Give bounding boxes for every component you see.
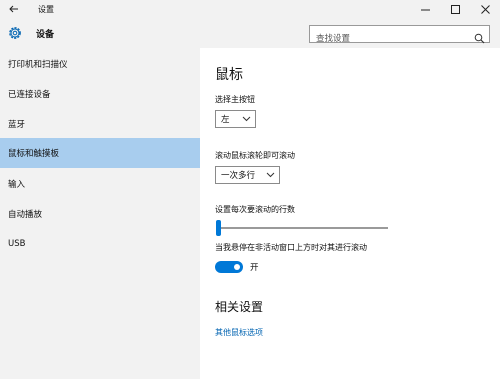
section-title: 鼠标 xyxy=(215,67,243,83)
toggle-state-label: 开 xyxy=(250,263,259,273)
inactive-scroll-toggle[interactable] xyxy=(215,261,243,273)
primary-button-dropdown[interactable]: 左 xyxy=(215,110,256,128)
sidebar-item-label: 打印机和扫描仪 xyxy=(8,60,68,70)
main-panel: 鼠标 选择主按钮 左 滚动鼠标滚轮即可滚动 一次多行 设置每次要滚动的行数 当我… xyxy=(200,48,500,379)
additional-mouse-options-link[interactable]: 其他鼠标选项 xyxy=(215,327,263,338)
wheel-scroll-label: 滚动鼠标滚轮即可滚动 xyxy=(215,151,295,160)
chevron-down-icon xyxy=(266,170,275,179)
title-bar: 设置 xyxy=(0,0,500,18)
sidebar-item-typing[interactable]: 输入 xyxy=(0,169,200,199)
sidebar-nav: 打印机和扫描仪 已连接设备 蓝牙 鼠标和触摸板 输入 自动播放 USB xyxy=(0,48,200,379)
close-icon[interactable] xyxy=(470,0,500,18)
search-icon[interactable] xyxy=(474,29,485,44)
minimize-icon[interactable] xyxy=(410,0,440,18)
sidebar-item-label: 输入 xyxy=(8,180,26,190)
wheel-scroll-dropdown[interactable]: 一次多行 xyxy=(215,166,280,184)
lines-per-scroll-label: 设置每次要滚动的行数 xyxy=(215,205,295,214)
sidebar-item-autoplay[interactable]: 自动播放 xyxy=(0,199,200,229)
window-title: 设置 xyxy=(38,4,54,14)
search-input[interactable] xyxy=(310,31,470,47)
sidebar-item-label: 蓝牙 xyxy=(8,120,26,130)
back-arrow-icon[interactable] xyxy=(0,0,28,18)
sidebar-item-usb[interactable]: USB xyxy=(0,229,200,259)
settings-header: 设备 xyxy=(0,18,500,48)
sidebar-item-mouse-touchpad[interactable]: 鼠标和触摸板 xyxy=(0,138,200,168)
sidebar-item-label: USB xyxy=(8,239,26,249)
primary-button-label: 选择主按钮 xyxy=(215,95,255,104)
sidebar-item-bluetooth[interactable]: 蓝牙 xyxy=(0,109,200,139)
sidebar-item-label: 鼠标和触摸板 xyxy=(8,149,60,159)
sidebar-item-label: 自动播放 xyxy=(8,210,43,220)
dropdown-value: 一次多行 xyxy=(221,171,256,181)
dropdown-value: 左 xyxy=(221,115,230,125)
lines-slider-thumb[interactable] xyxy=(216,220,221,236)
sidebar-item-label: 已连接设备 xyxy=(8,90,51,100)
toggle-knob xyxy=(234,264,240,270)
inactive-scroll-label: 当我悬停在非活动窗口上方时对其进行滚动 xyxy=(215,243,367,252)
lines-slider-track[interactable] xyxy=(217,227,388,229)
maximize-icon[interactable] xyxy=(440,0,470,18)
related-settings-title: 相关设置 xyxy=(215,300,264,314)
search-box[interactable] xyxy=(309,25,490,47)
gear-icon xyxy=(6,24,24,42)
sidebar-item-connected-devices[interactable]: 已连接设备 xyxy=(0,79,200,109)
window-controls xyxy=(410,0,500,18)
sidebar-item-printers[interactable]: 打印机和扫描仪 xyxy=(0,49,200,79)
page-title: 设备 xyxy=(36,30,55,40)
chevron-down-icon xyxy=(242,114,251,123)
